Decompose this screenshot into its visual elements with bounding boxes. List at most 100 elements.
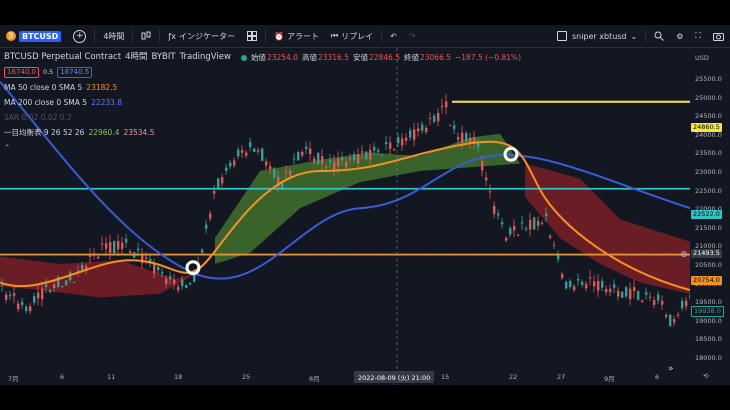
fullscreen-button[interactable]: ⛶ <box>689 25 707 47</box>
candle-body <box>321 156 324 164</box>
candle-body <box>621 291 624 298</box>
candle-body <box>53 284 56 289</box>
candle-body <box>485 177 488 181</box>
time-tick: 11 <box>107 373 116 381</box>
time-tick: 15 <box>441 373 450 381</box>
candle-body <box>653 299 656 305</box>
timeframe-button[interactable]: 4時間 <box>97 25 130 47</box>
layout-selector[interactable]: sniper xbtusd ⌄ <box>551 25 643 47</box>
candle-body <box>145 257 148 259</box>
time-tick: 22 <box>509 373 518 381</box>
chart-legend: BTCUSD Perpetual Contract 4時間 BYBIT Trad… <box>4 50 525 155</box>
candle-body <box>21 301 24 305</box>
candle-body <box>113 240 116 254</box>
price-axis[interactable]: USD 25500.0 25000.0 24500.0 24000.0 23500.0 2… <box>690 48 730 385</box>
chart-window: ₿ BTCUSD + 4時間 ƒx インジケーター ⏰ アラート ⏮ リプレイ … <box>0 25 730 385</box>
candle-body <box>525 228 528 230</box>
undo-button[interactable]: ↶ <box>384 25 403 47</box>
alarm-clock-icon: ⏰ <box>273 31 284 41</box>
candle-body <box>285 171 288 173</box>
candle-body <box>645 292 648 295</box>
candle-body <box>605 289 608 293</box>
change-value: −187.5 (−0.81%) <box>455 53 522 62</box>
alert-button[interactable]: ⏰ アラート <box>268 25 325 47</box>
price-tick: 18500.0 <box>695 335 722 344</box>
collapse-legend[interactable]: ⌃ <box>4 140 525 155</box>
search-icon <box>654 31 665 41</box>
candle-body <box>173 279 176 284</box>
yellow-line-label: 24860.5 <box>691 123 722 132</box>
time-axis[interactable]: 7月 6 11 18 25 8月 15 22 27 9月 6 2022-08-09 (火) 21:0… <box>0 370 708 385</box>
price-tick: 25500.0 <box>695 75 722 83</box>
indicators-button[interactable]: ƒx インジケーター <box>162 25 241 47</box>
candle-body <box>685 300 688 307</box>
title-row: BTCUSD Perpetual Contract 4時間 BYBIT Trad… <box>4 50 525 65</box>
candle-body <box>513 225 516 231</box>
reset-view-icon[interactable]: ⟲ <box>703 372 708 380</box>
candle-body <box>73 282 76 284</box>
candle-body <box>661 300 664 305</box>
bid-box[interactable]: 16740.0 <box>4 67 39 78</box>
search-button[interactable] <box>648 25 670 47</box>
candle-body <box>673 319 676 323</box>
currency-label: USD <box>695 54 709 62</box>
candle-body <box>117 241 120 250</box>
price-tick: 23000.0 <box>695 168 722 176</box>
candle-body <box>33 296 36 303</box>
price-tick: 19500.0 <box>695 298 722 307</box>
templates-button[interactable] <box>241 25 263 47</box>
candle-body <box>273 168 276 178</box>
ask-box[interactable]: 16740.5 <box>57 67 93 78</box>
candle-body <box>229 162 232 167</box>
symbol-name[interactable]: BTCUSD <box>19 30 62 42</box>
candle-body <box>601 280 604 288</box>
candle-body <box>633 287 636 292</box>
ma200-row[interactable]: MA 200 close 0 SMA 5 22233.8 <box>4 95 525 110</box>
bitcoin-icon: ₿ <box>6 31 16 41</box>
candle-body <box>381 154 384 156</box>
candle-body <box>541 222 544 224</box>
candle-body <box>613 284 616 288</box>
cyan-line-label: 22522.0 <box>691 210 722 219</box>
replay-button[interactable]: ⏮ リプレイ <box>325 25 379 47</box>
candle-body <box>233 160 236 166</box>
ma50-value: 23182.5 <box>86 83 118 92</box>
candle-body <box>49 289 52 293</box>
candle-body <box>137 248 140 251</box>
candle-body <box>61 286 64 288</box>
candle-body <box>349 158 352 160</box>
candle-body <box>665 314 668 317</box>
ichimoku-cloud-red <box>525 163 690 294</box>
last-price-label: 19938.0 <box>691 306 724 317</box>
time-tick: 9月 <box>604 375 615 383</box>
gear-icon: ⚙ <box>676 31 684 41</box>
time-tick: 18 <box>174 373 183 381</box>
redo-button[interactable]: ↷ <box>403 25 422 47</box>
chart-interval: 4時間 <box>125 52 148 62</box>
ichimoku-row[interactable]: 一目均衡表 9 26 52 26 22960.4 23534.5 <box>4 125 525 140</box>
compare-button[interactable]: + <box>67 25 92 47</box>
price-chart-area[interactable]: ⊕» BTCUSD Perpetual Contract 4時間 BYBIT T… <box>0 48 692 385</box>
candle-body <box>681 300 684 309</box>
sar-row[interactable]: SAR 0.02 0.02 0.2 <box>4 110 525 125</box>
candle-body <box>293 158 296 160</box>
symbol-search[interactable]: ₿ BTCUSD <box>0 25 67 47</box>
candle-body <box>157 266 160 271</box>
price-tick: 22500.0 <box>695 186 722 195</box>
ma50-row[interactable]: MA 50 close 0 SMA 5 23182.5 <box>4 80 525 95</box>
snapshot-button[interactable] <box>707 25 730 47</box>
candle-body <box>269 166 272 170</box>
price-tick: 25000.0 <box>695 93 722 102</box>
candle-body <box>65 280 68 286</box>
candle-body <box>105 243 108 249</box>
candle-body <box>45 284 48 287</box>
candle-body <box>225 167 228 172</box>
candle-body <box>357 154 360 164</box>
candle-body <box>5 294 8 300</box>
candle-body <box>161 272 164 274</box>
candle-body <box>201 249 204 253</box>
settings-button[interactable]: ⚙ <box>670 25 689 47</box>
candle-body <box>501 222 504 225</box>
time-tick: 25 <box>242 373 251 381</box>
candle-style-button[interactable] <box>135 25 157 47</box>
